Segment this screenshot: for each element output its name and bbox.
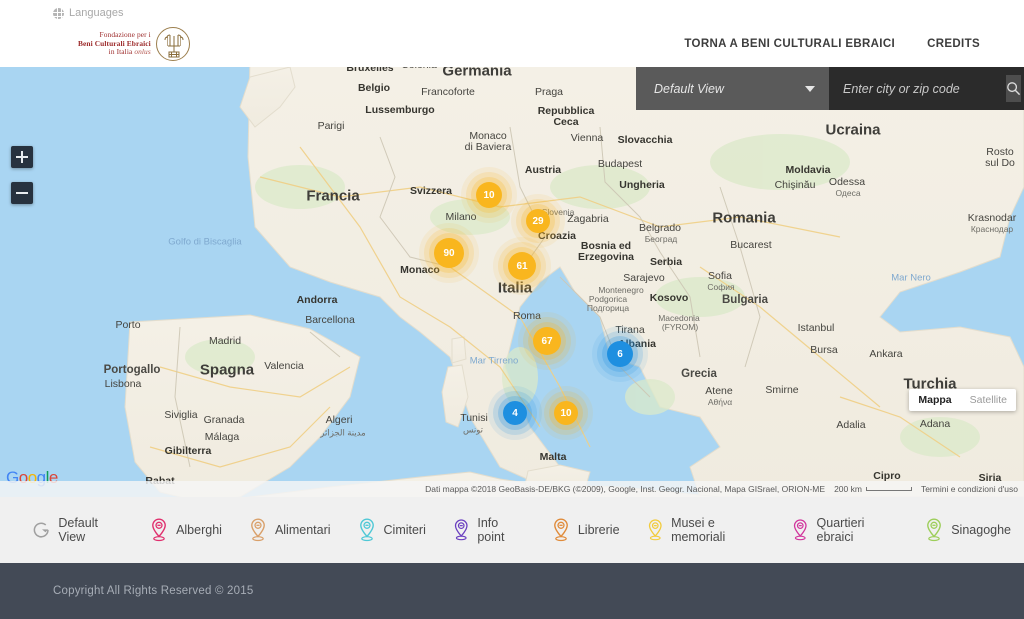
legend-category-label: Cimiteri [383, 523, 426, 537]
map-scale-line [865, 487, 912, 491]
legend-category-alimentari[interactable]: Alimentari [235, 518, 344, 542]
pin-icon [454, 519, 468, 541]
zoom-in-button[interactable] [11, 146, 33, 168]
map-cluster-marker[interactable]: 67 [518, 312, 576, 370]
map-cluster-marker[interactable]: 6 [592, 326, 648, 382]
legend-category-label: Musei e memoriali [671, 516, 726, 544]
map-data-attribution: Dati mappa ©2018 GeoBasis-DE/BKG (©2009)… [425, 484, 826, 494]
view-select[interactable]: Default View [636, 67, 829, 110]
cluster-count: 10 [554, 401, 578, 425]
cluster-count: 10 [476, 182, 502, 208]
cluster-count: 61 [508, 252, 536, 280]
view-select-value: Default View [654, 81, 724, 96]
site-logo[interactable]: Fondazione per i Beni Culturali Ebraici … [78, 27, 190, 61]
map-cluster-marker[interactable]: 29 [511, 194, 565, 248]
cluster-count: 4 [503, 401, 527, 425]
legend-category-sinagoghe[interactable]: Sinagoghe [911, 518, 1024, 542]
logo-text: Fondazione per i Beni Culturali Ebraici … [78, 31, 151, 57]
nav-item-credits[interactable]: CREDITS [927, 38, 980, 50]
map-terms-link[interactable]: Termini e condizioni d'uso [921, 484, 1018, 494]
legend-category-label: Info point [477, 516, 505, 544]
map-type-mappa[interactable]: Mappa [909, 389, 960, 411]
globe-icon [53, 7, 64, 19]
cluster-count: 6 [607, 341, 633, 367]
legend-category-label: Quartieri ebraici [816, 516, 865, 544]
map-cluster-marker[interactable]: 90 [419, 223, 479, 283]
map-cluster-marker[interactable]: 61 [493, 237, 551, 295]
cluster-count: 90 [434, 238, 464, 268]
copyright-text: Copyright All Rights Reserved © 2015 [53, 585, 254, 597]
map-cluster-marker[interactable]: 4 [488, 386, 542, 440]
legend-category-alberghi[interactable]: Alberghi [136, 518, 235, 542]
search-icon [1007, 82, 1021, 96]
languages-label: Languages [69, 7, 124, 19]
site-header: Languages Fondazione per i Beni Cultural… [0, 0, 1024, 67]
map-canvas: GermaniaBruxellesColoniaBelgioFrancofort… [0, 67, 1024, 497]
map-container[interactable]: GermaniaBruxellesColoniaBelgioFrancofort… [0, 67, 1024, 497]
legend-category-label: Librerie [577, 523, 620, 537]
search-input[interactable] [843, 81, 1006, 96]
map-attribution-bar: Dati mappa ©2018 GeoBasis-DE/BKG (©2009)… [0, 481, 1024, 497]
pin-icon [152, 518, 166, 542]
languages-selector[interactable]: Languages [53, 7, 123, 19]
legend-category-quartieri-ebraici[interactable]: Quartieri ebraici [778, 516, 911, 544]
pin-icon [927, 518, 942, 542]
pin-icon [251, 518, 265, 542]
site-footer: Copyright All Rights Reserved © 2015 [0, 563, 1024, 619]
legend-category-cimiteri[interactable]: Cimiteri [344, 518, 439, 542]
map-scale: 200 km [834, 484, 912, 494]
legend-category-label: Default View [58, 516, 98, 544]
map-toolbar: Default View [636, 67, 1024, 110]
map-cluster-marker[interactable]: 10 [461, 167, 517, 223]
refresh-icon [33, 522, 49, 538]
category-legend: Default View Alberghi Alimentari Cimiteri In… [0, 497, 1024, 563]
chevron-down-icon [805, 85, 815, 92]
map-type-switcher: Mappa Satellite [909, 389, 1016, 411]
pin-icon [648, 519, 662, 541]
search-button[interactable] [1006, 75, 1021, 102]
legend-category-default-view[interactable]: Default View [18, 516, 136, 544]
pin-icon [793, 519, 807, 541]
logo-line-3: in Italia onlus [108, 47, 151, 57]
menorah-icon [155, 27, 190, 61]
legend-category-label: Alimentari [274, 523, 331, 537]
pin-icon [359, 518, 374, 542]
nav-item-torna-a-beni-culturali-ebraici[interactable]: TORNA A BENI CULTURALI EBRAICI [684, 38, 895, 50]
main-nav: TORNA A BENI CULTURALI EBRAICI CREDITS [684, 38, 1024, 50]
cluster-count: 67 [533, 327, 561, 355]
legend-category-musei-e-memoriali[interactable]: Musei e memoriali [633, 516, 778, 544]
legend-category-label: Sinagoghe [951, 523, 1011, 537]
pin-icon [553, 518, 568, 542]
page-root: Languages Fondazione per i Beni Cultural… [0, 0, 1024, 619]
legend-category-info-point[interactable]: Info point [439, 516, 538, 544]
map-scale-label: 200 km [834, 484, 862, 494]
map-zoom-controls [11, 146, 33, 218]
legend-category-librerie[interactable]: Librerie [538, 518, 633, 542]
legend-category-label: Alberghi [176, 523, 222, 537]
map-cluster-marker[interactable]: 10 [539, 386, 593, 440]
zoom-out-button[interactable] [11, 182, 33, 204]
cluster-count: 29 [526, 209, 550, 233]
map-type-satellite[interactable]: Satellite [961, 389, 1016, 411]
search-box [829, 67, 1024, 110]
